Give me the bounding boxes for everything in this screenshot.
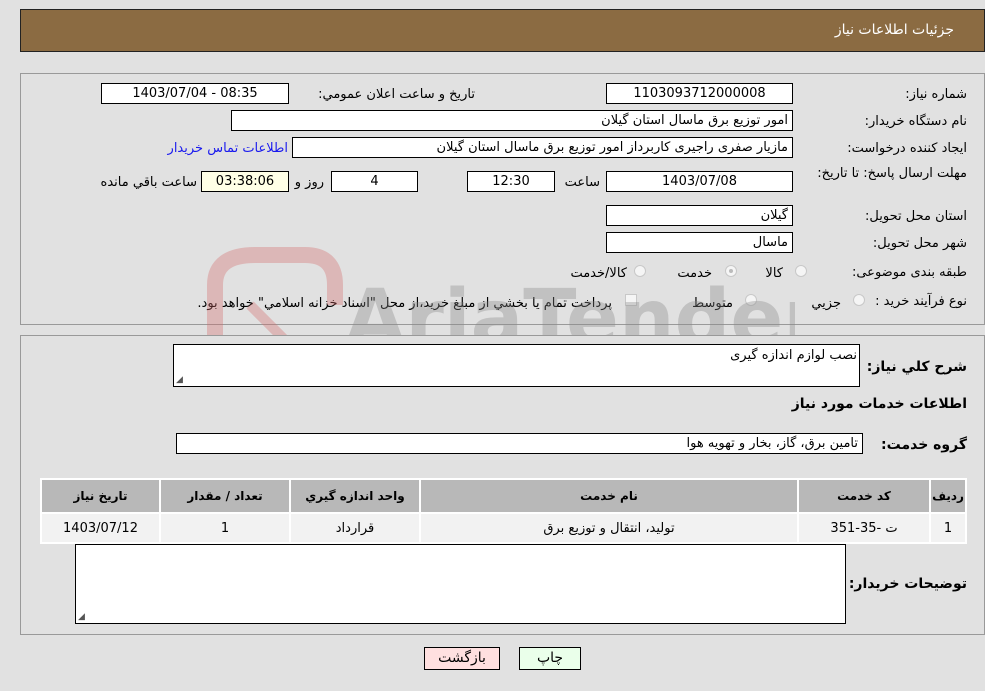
col-header-quantity: تعداد / مقدار <box>159 478 291 514</box>
cell-unit: قرارداد <box>289 512 421 544</box>
print-button[interactable]: چاپ <box>519 647 581 670</box>
general-desc-textarea[interactable]: نصب لوازم اندازه گیری ◢ <box>173 344 860 387</box>
col-header-service-name: نام خدمت <box>419 478 799 514</box>
page-header: جزئيات اطلاعات نياز <box>20 9 985 52</box>
col-header-unit: واحد اندازه گيري <box>289 478 421 514</box>
need-number-label: شماره نياز: <box>905 87 967 102</box>
col-header-service-code: كد خدمت <box>797 478 931 514</box>
general-desc-text: نصب لوازم اندازه گیری <box>730 348 857 363</box>
cell-quantity: 1 <box>159 512 291 544</box>
treasury-payment-note: پرداخت تمام يا بخشي از مبلغ خريد،از محل … <box>197 296 612 311</box>
page-title: جزئيات اطلاعات نياز <box>834 22 954 38</box>
requester-field: مازیار صفری راجیری کاربرداز امور توزیع ب… <box>292 137 793 158</box>
buyer-org-label: نام دستگاه خريدار: <box>864 114 967 129</box>
resize-grip-icon[interactable]: ◢ <box>176 375 183 385</box>
cell-service-code: ت -35-351 <box>797 512 931 544</box>
deadline-date-field: 1403/07/08 <box>606 171 793 192</box>
deadline-time-field: 12:30 <box>467 171 555 192</box>
category-radio-service[interactable] <box>725 265 737 277</box>
back-button[interactable]: بازگشت <box>424 647 500 670</box>
buyer-notes-label: توضيحات خريدار: <box>848 576 967 592</box>
buyer-org-field: امور توزیع برق ماسال استان گیلان <box>231 110 793 131</box>
resize-grip-icon[interactable]: ◢ <box>78 612 85 622</box>
cell-service-name: توليد، انتقال و توزيع برق <box>419 512 799 544</box>
services-section-title: اطلاعات خدمات مورد نياز <box>791 396 967 412</box>
cell-need-date: 1403/07/12 <box>40 512 161 544</box>
category-label: طبقه بندی موضوعی: <box>851 265 967 280</box>
table-row: 1 ت -35-351 توليد، انتقال و توزيع برق قر… <box>40 512 967 544</box>
category-option-goods-service: كالا/خدمت <box>570 266 627 281</box>
service-group-field: تامين برق، گاز، بخار و تهويه هوا <box>176 433 863 454</box>
announce-datetime-field: 1403/07/04 - 08:35 <box>101 83 289 104</box>
requester-label: ايجاد كننده درخواست: <box>847 141 967 156</box>
cell-row-number: 1 <box>929 512 967 544</box>
category-option-service: خدمت <box>677 266 712 281</box>
process-option-minor: جزيي <box>811 296 841 311</box>
service-group-label: گروه خدمت: <box>881 437 967 453</box>
process-option-medium: متوسط <box>692 296 733 311</box>
col-header-need-date: تاريخ نياز <box>40 478 161 514</box>
col-header-row-number: رديف <box>929 478 967 514</box>
general-desc-label: شرح كلي نياز: <box>866 359 967 375</box>
announce-datetime-label: تاريخ و ساعت اعلان عمومي: <box>318 87 475 102</box>
city-label: شهر محل تحويل: <box>872 236 967 251</box>
days-label: روز و <box>294 175 324 190</box>
category-option-goods: كالا <box>765 266 783 281</box>
remaining-time-field: 03:38:06 <box>201 171 289 192</box>
process-type-label: نوع فرآيند خريد : <box>875 294 967 309</box>
treasury-payment-checkbox[interactable] <box>625 294 637 306</box>
category-radio-goods[interactable] <box>795 265 807 277</box>
process-radio-medium[interactable] <box>745 294 757 306</box>
remaining-time-label: ساعت باقي مانده <box>100 175 197 190</box>
deadline-label: مهلت ارسال پاسخ: تا تاريخ: <box>817 166 967 181</box>
category-radio-goods-service[interactable] <box>634 265 646 277</box>
process-radio-minor[interactable] <box>853 294 865 306</box>
buyer-notes-textarea[interactable]: ◢ <box>75 544 846 624</box>
city-field: ماسال <box>606 232 793 253</box>
services-table: رديف كد خدمت نام خدمت واحد اندازه گيري ت… <box>40 478 967 544</box>
table-header-row: رديف كد خدمت نام خدمت واحد اندازه گيري ت… <box>40 478 967 514</box>
buyer-contact-link[interactable]: اطلاعات تماس خريدار <box>168 141 288 156</box>
days-field: 4 <box>331 171 418 192</box>
need-number-field: 1103093712000008 <box>606 83 793 104</box>
province-label: استان محل تحويل: <box>865 209 967 224</box>
deadline-time-label: ساعت <box>564 175 600 190</box>
province-field: گیلان <box>606 205 793 226</box>
